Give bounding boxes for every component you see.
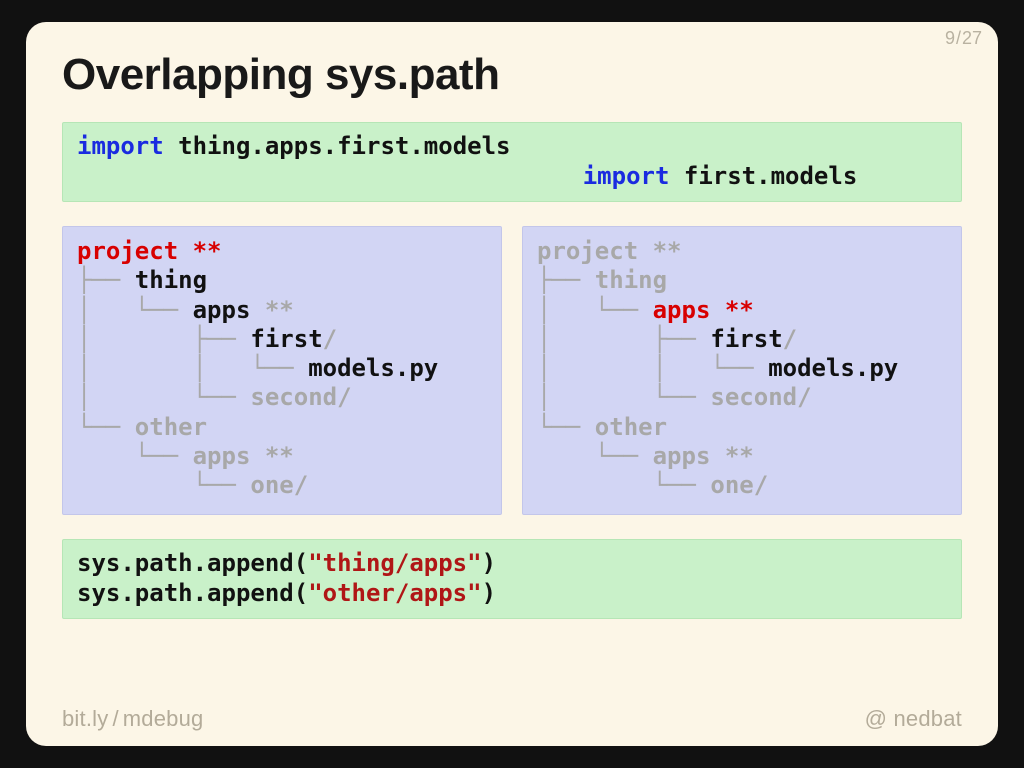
- syspath-code-block: sys.path.append("thing/apps") sys.path.a…: [62, 539, 962, 619]
- tree-left-l8: └── apps **: [77, 442, 487, 471]
- syspath-line-1: sys.path.append("thing/apps"): [77, 548, 947, 578]
- tree-left-l1: project **: [77, 237, 487, 266]
- page-current: 9: [945, 28, 955, 48]
- syspath-line-2: sys.path.append("other/apps"): [77, 578, 947, 608]
- tree-row: project ** ├── thing │ └── apps ** │ ├──…: [62, 226, 962, 515]
- footer: bit.ly/mdebug @ nedbat: [62, 706, 962, 732]
- tree-right-l8: └── apps **: [537, 442, 947, 471]
- import-1-module: thing.apps.first.models: [164, 132, 511, 160]
- tree-left-l9: └── one/: [77, 471, 487, 500]
- tree-left-l4: │ ├── first/: [77, 325, 487, 354]
- slide-title: Overlapping sys.path: [62, 50, 962, 100]
- tree-left-l6: │ └── second/: [77, 383, 487, 412]
- tree-right-l7: └── other: [537, 413, 947, 442]
- page-number: 9/27: [945, 28, 982, 49]
- tree-left-l2: ├── thing: [77, 266, 487, 295]
- footer-handle: nedbat: [894, 706, 963, 731]
- tree-left: project ** ├── thing │ └── apps ** │ ├──…: [62, 226, 502, 515]
- tree-right-l5: │ │ └── models.py: [537, 354, 947, 383]
- footer-at-sign: @: [865, 706, 888, 731]
- tree-right-l1: project **: [537, 237, 947, 266]
- kw-import-2: import: [583, 162, 670, 190]
- tree-right-l6: │ └── second/: [537, 383, 947, 412]
- stage: 9/27 Overlapping sys.path import thing.a…: [0, 0, 1024, 768]
- kw-import-1: import: [77, 132, 164, 160]
- tree-left-l5: │ │ └── models.py: [77, 354, 487, 383]
- tree-right-l2: ├── thing: [537, 266, 947, 295]
- footer-left: bit.ly/mdebug: [62, 706, 203, 732]
- tree-left-l3: │ └── apps **: [77, 296, 487, 325]
- footer-link-path: mdebug: [123, 706, 204, 731]
- import-2-pad: [77, 162, 583, 190]
- import-code-block: import thing.apps.first.models import fi…: [62, 122, 962, 202]
- tree-left-l7: └── other: [77, 413, 487, 442]
- import-line-2: import first.models: [77, 161, 947, 191]
- tree-right-l3: │ └── apps **: [537, 296, 947, 325]
- tree-right-l4: │ ├── first/: [537, 325, 947, 354]
- import-2-module: first.models: [669, 162, 857, 190]
- page-sep: /: [955, 28, 962, 48]
- footer-link-domain: bit.ly: [62, 706, 108, 731]
- tree-right-l9: └── one/: [537, 471, 947, 500]
- footer-link-sep: /: [108, 706, 122, 731]
- slide: 9/27 Overlapping sys.path import thing.a…: [26, 22, 998, 746]
- import-line-1: import thing.apps.first.models: [77, 131, 947, 161]
- page-total: 27: [962, 28, 982, 48]
- footer-right: @ nedbat: [865, 706, 962, 732]
- tree-right: project ** ├── thing │ └── apps ** │ ├──…: [522, 226, 962, 515]
